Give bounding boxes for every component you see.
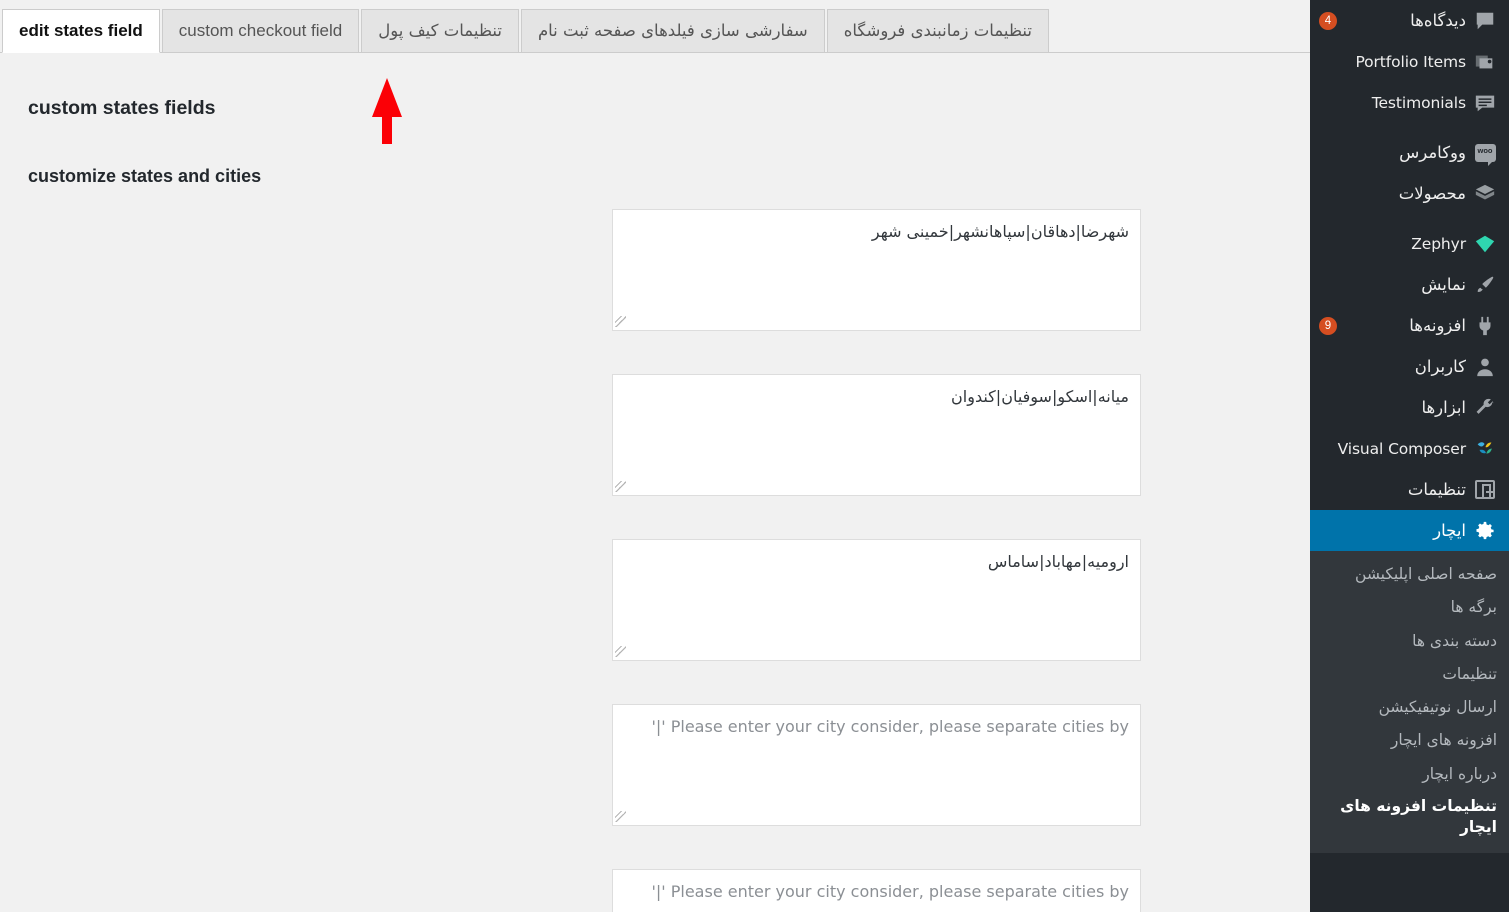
sidebar-item-label: نمایش (1421, 275, 1466, 294)
sidebar-item-5[interactable]: محصولات (1310, 173, 1509, 214)
sidebar-item-4[interactable]: woo ووکامرس (1310, 132, 1509, 173)
cities-textarea-wrapper (612, 374, 1141, 496)
state-row (0, 869, 1310, 912)
sidebar-item-label: ووکامرس (1399, 143, 1466, 162)
zephyr-diamond-icon (1472, 231, 1498, 257)
sidebar-item-label: ایچار (1433, 521, 1466, 540)
submenu-item-5[interactable]: ارسال نوتیفیکیشن (1310, 691, 1509, 724)
sidebar-item-1[interactable]: دیدگاه‌ها 4 (1310, 0, 1509, 41)
sidebar-item-label: Visual Composer (1337, 439, 1467, 458)
admin-sidebar: دیدگاه‌ها 4 Portfolio Items Testimonials woo… (1310, 0, 1509, 912)
sidebar-item-10[interactable]: ابزارها (1310, 387, 1509, 428)
sidebar-item-label: ابزارها (1421, 398, 1466, 417)
cities-textarea-wrapper (612, 869, 1141, 912)
state-row: آذربایجان غربی (0, 539, 1310, 704)
woocommerce-icon: woo (1472, 140, 1498, 166)
sidebar-item-2[interactable]: Portfolio Items (1310, 41, 1509, 82)
state-row: اصفهان (0, 209, 1310, 374)
settings-sliders-icon (1472, 477, 1498, 503)
sidebar-item-3[interactable]: Testimonials (1310, 82, 1509, 123)
sidebar-separator (1310, 123, 1509, 132)
cities-input[interactable] (612, 869, 1141, 912)
gear-icon (1472, 518, 1498, 544)
woocommerce-icon: woo (1474, 143, 1496, 166)
sidebar-item-9[interactable]: کاربران (1310, 346, 1509, 387)
cities-textarea-wrapper (612, 704, 1141, 826)
sidebar-item-label: دیدگاه‌ها (1410, 11, 1466, 30)
cities-input[interactable] (612, 209, 1141, 331)
cities-input[interactable] (612, 539, 1141, 661)
cities-input[interactable] (612, 374, 1141, 496)
tab-2[interactable]: custom checkout field (161, 9, 360, 53)
cities-textarea-wrapper (612, 209, 1141, 331)
tab-4[interactable]: سفارشی سازی فیلدهای صفحه ثبت نام (520, 9, 825, 53)
sidebar-item-badge: 4 (1319, 11, 1337, 30)
sidebar-item-8[interactable]: افزونه‌ها 9 (1310, 305, 1509, 346)
comment-icon (1472, 8, 1498, 34)
appearance-brush-icon (1472, 272, 1498, 298)
sidebar-item-11[interactable]: Visual Composer (1310, 428, 1509, 469)
sidebar-item-13[interactable]: ایچار (1310, 510, 1509, 551)
sidebar-item-label: محصولات (1398, 184, 1466, 203)
sidebar-item-label: کاربران (1414, 357, 1466, 376)
submenu-item-7[interactable]: درباره ایچار (1310, 758, 1509, 791)
sidebar-item-label: Testimonials (1371, 93, 1466, 112)
users-icon (1472, 354, 1498, 380)
cities-input[interactable] (612, 704, 1141, 826)
tab-1[interactable]: edit states field (2, 9, 160, 53)
plugins-plug-icon (1472, 313, 1498, 339)
submenu-item-8[interactable]: تنظیمات افزونه های ایچار (1310, 791, 1509, 843)
state-row: خوزستان (0, 704, 1310, 869)
settings-tab-bar: edit states field custom checkout field تن… (0, 0, 1310, 53)
sidebar-item-12[interactable]: تنظیمات (1310, 469, 1509, 510)
state-row: آذربایجان شرقی (0, 374, 1310, 539)
submenu-item-6[interactable]: افزونه های ایچار (1310, 724, 1509, 757)
submenu-item-1[interactable]: صفحه اصلی اپلیکیشن (1310, 558, 1509, 591)
sidebar-item-badge: 9 (1319, 316, 1337, 335)
sidebar-item-label: افزونه‌ها (1409, 316, 1466, 335)
tab-5[interactable]: تنظیمات زمانبندی فروشگاه (826, 9, 1049, 53)
section-subtitle: customize states and cities (28, 166, 262, 186)
testimonial-icon (1472, 90, 1498, 116)
states-list: اصفهانآذربایجان شرقیآذربایجان غربیخوزستا… (0, 209, 1310, 912)
tools-wrench-icon (1472, 395, 1498, 421)
sidebar-item-label: تنظیمات (1407, 480, 1466, 499)
sidebar-item-7[interactable]: نمایش (1310, 264, 1509, 305)
sidebar-item-label: Zephyr (1411, 234, 1466, 253)
main-content: edit states field custom checkout field تن… (0, 0, 1310, 912)
submenu-item-4[interactable]: تنظیمات (1310, 658, 1509, 691)
page-title: custom states fields (28, 97, 216, 119)
submenu-item-2[interactable]: برگه ها (1310, 591, 1509, 624)
settings-sliders-icon (1475, 480, 1495, 499)
tab-3[interactable]: تنظیمات کیف پول (361, 9, 519, 53)
sidebar-item-6[interactable]: Zephyr (1310, 223, 1509, 264)
sidebar-item-label: Portfolio Items (1355, 52, 1466, 71)
cities-textarea-wrapper (612, 539, 1141, 661)
sidebar-separator (1310, 214, 1509, 223)
admin-page: edit states field custom checkout field تن… (0, 0, 1509, 912)
portfolio-icon (1472, 49, 1498, 75)
sidebar-menu: دیدگاه‌ها 4 Portfolio Items Testimonials woo… (1310, 0, 1509, 551)
sidebar-submenu-ichar: صفحه اصلی اپلیکیشن برگه ها دسته بندی ها تنظ… (1310, 551, 1509, 853)
products-box-icon (1472, 181, 1498, 207)
submenu-item-3[interactable]: دسته بندی ها (1310, 625, 1509, 658)
visual-composer-icon (1472, 436, 1498, 462)
